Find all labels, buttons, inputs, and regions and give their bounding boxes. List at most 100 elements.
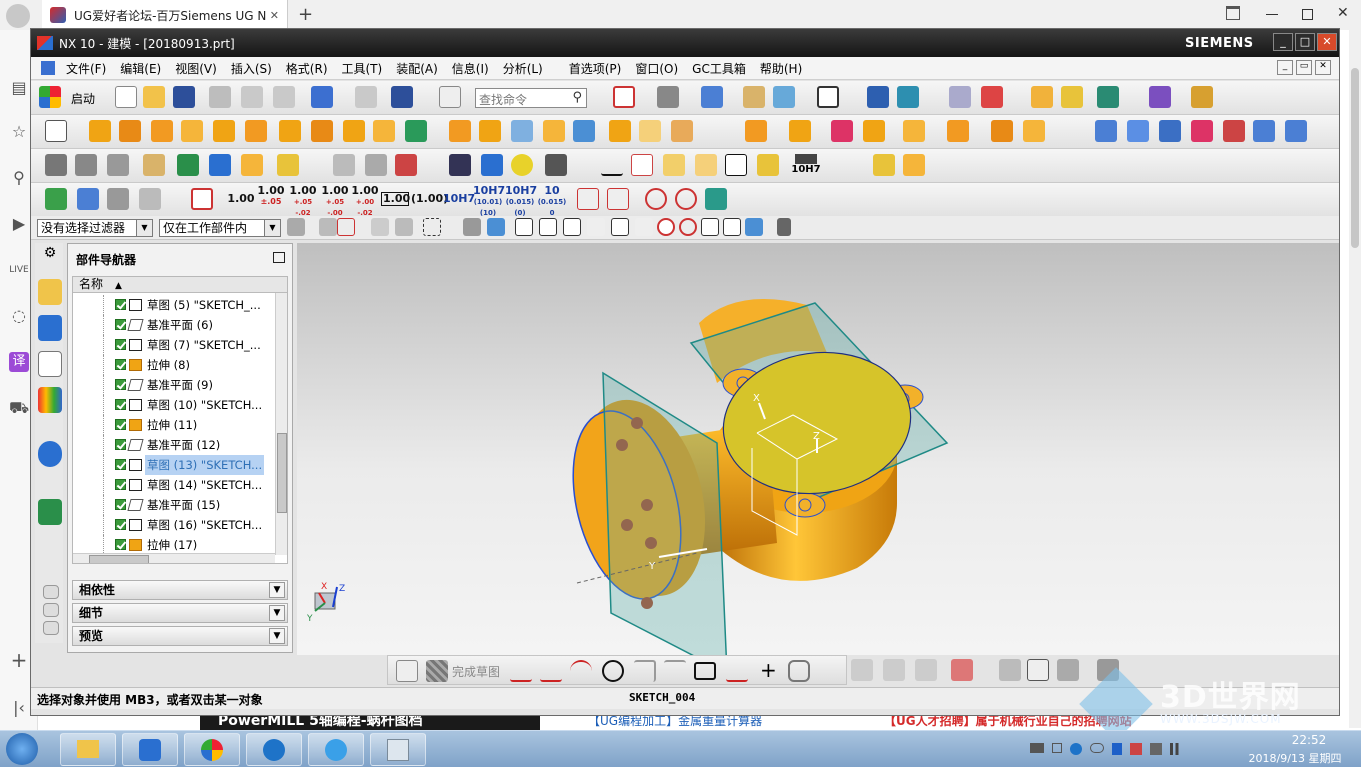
point-icon[interactable]: + (760, 658, 777, 682)
tree-node[interactable]: 草图 (5) "SKETCH_... (73, 295, 273, 315)
history-icon[interactable] (38, 499, 62, 525)
restore-browser-icon[interactable] (1302, 9, 1313, 20)
datum-feature-icon[interactable] (577, 188, 599, 210)
arc-center-icon[interactable] (611, 218, 629, 236)
cone-icon[interactable] (213, 120, 235, 142)
visibility-checkbox[interactable] (115, 499, 126, 510)
return-icon[interactable] (705, 188, 727, 210)
dim-style-nominal[interactable]: 1.00 (227, 193, 255, 204)
line-icon[interactable] (540, 660, 562, 682)
tangent-icon[interactable] (371, 218, 389, 236)
vertical-scrollbar[interactable] (275, 293, 287, 555)
taskbar-wps[interactable] (122, 733, 178, 766)
page-scrollbar[interactable] (1349, 28, 1361, 728)
k-tray-icon[interactable] (1070, 743, 1082, 755)
add-component-icon[interactable] (177, 154, 199, 176)
type-filter-select[interactable]: 没有选择过滤器 ▼ (37, 219, 153, 237)
thicken-icon[interactable] (671, 120, 693, 142)
mirror-face-icon[interactable] (1023, 120, 1045, 142)
sort-ascending-icon[interactable]: ▲ (115, 281, 122, 291)
maximize-button[interactable]: □ (1295, 33, 1315, 51)
menu-information[interactable]: 信息(I) (445, 60, 496, 77)
taskbar-notes[interactable] (370, 733, 426, 766)
extrude-icon[interactable] (89, 120, 111, 142)
taskbar-kodi[interactable] (246, 733, 302, 766)
chamfer-icon[interactable] (664, 660, 686, 682)
bluetooth-icon[interactable] (1112, 743, 1122, 755)
favorites-bar-icon[interactable] (1226, 6, 1240, 20)
edge-blend-icon[interactable] (479, 120, 501, 142)
menu-preferences[interactable]: 首选项(P) (562, 60, 629, 77)
cylinder-wire-icon[interactable] (449, 154, 471, 176)
dim-style-basic[interactable]: 1.00 (381, 192, 410, 206)
offset-face-icon[interactable] (639, 120, 661, 142)
triangle-icon[interactable] (601, 154, 623, 176)
point-on-face-icon[interactable] (745, 218, 763, 236)
tree-node[interactable]: 草图 (7) "SKETCH_... (73, 335, 273, 355)
close-button[interactable]: ✕ (1317, 33, 1337, 51)
chevron-down-icon[interactable]: ▼ (269, 628, 285, 644)
doc-restore-button[interactable]: ▭ (1296, 60, 1312, 75)
copy-icon[interactable] (241, 86, 263, 108)
visibility-checkbox[interactable] (115, 319, 126, 330)
visibility-checkbox[interactable] (115, 339, 126, 350)
diameter-icon[interactable] (645, 188, 667, 210)
tree-node[interactable]: 基准平面 (15) (73, 495, 273, 515)
ruler-icon[interactable] (1191, 86, 1213, 108)
chevron-down-icon[interactable]: ▼ (136, 220, 152, 236)
sketch-task-icon[interactable] (396, 660, 418, 682)
circle-point-icon[interactable] (657, 218, 675, 236)
scroll-end-icon[interactable] (43, 621, 59, 635)
visibility-checkbox[interactable] (115, 479, 126, 490)
unite-icon[interactable] (373, 120, 395, 142)
render-style-icon[interactable] (657, 86, 679, 108)
move-object-icon[interactable] (897, 86, 919, 108)
revolve-icon[interactable] (119, 120, 141, 142)
tree-node[interactable]: 拉伸 (17) (73, 535, 273, 555)
background-icon[interactable] (817, 86, 839, 108)
volume-icon[interactable] (1150, 743, 1162, 755)
mirror-curve-icon[interactable] (951, 659, 973, 681)
dim-style-upper[interactable]: 1.00 +.05 -.00 (321, 185, 349, 218)
dim-style-limits[interactable]: 10 (0.015) 0 (537, 185, 567, 218)
bolt-icon[interactable] (903, 154, 925, 176)
sketch-icon[interactable] (45, 120, 67, 142)
profile-avatar-icon[interactable] (6, 4, 30, 28)
menu-edit[interactable]: 编辑(E) (113, 60, 168, 77)
hierarchy-icon[interactable] (77, 188, 99, 210)
menu-assemblies[interactable]: 装配(A) (389, 60, 445, 77)
select-all-icon[interactable] (319, 218, 337, 236)
information-icon[interactable] (439, 86, 461, 108)
resize-blend-icon[interactable] (947, 120, 969, 142)
add-icon[interactable]: + (9, 650, 29, 670)
visibility-checkbox[interactable] (115, 419, 126, 430)
profile-icon[interactable] (510, 660, 532, 682)
taskbar-nx[interactable] (184, 733, 240, 766)
browser-tab[interactable]: UG爱好者论坛-百万Siemens UG N ✕ (42, 0, 288, 30)
visibility-checkbox[interactable] (115, 359, 126, 370)
dim-style-fit[interactable]: 10H7 (443, 193, 475, 204)
shell-icon[interactable] (543, 120, 565, 142)
network-icon[interactable] (1170, 743, 1184, 755)
rectangle-icon[interactable] (694, 662, 716, 680)
keyboard-icon[interactable] (1030, 743, 1044, 753)
quick-extend-icon[interactable] (883, 659, 905, 681)
move-face-icon[interactable] (745, 120, 767, 142)
security-icon[interactable] (1130, 743, 1142, 755)
weld-icon[interactable] (873, 154, 895, 176)
open-icon[interactable] (143, 86, 165, 108)
list-icon[interactable] (107, 188, 129, 210)
trim-body-icon[interactable] (609, 120, 631, 142)
taskbar-browser[interactable] (308, 733, 364, 766)
start-button[interactable] (6, 733, 38, 765)
tree-node[interactable]: 基准平面 (9) (73, 375, 273, 395)
curve-icon[interactable] (365, 154, 387, 176)
mesh-icon[interactable] (1127, 120, 1149, 142)
close-browser-icon[interactable]: ✕ (1337, 5, 1349, 21)
polygon-icon[interactable] (726, 660, 748, 682)
collapse-sidebar-icon[interactable]: |‹ (9, 698, 29, 718)
redo-icon[interactable] (355, 86, 377, 108)
details-panel[interactable]: 细节 ▼ (72, 603, 288, 623)
axes-icon[interactable] (139, 188, 161, 210)
parts-list-icon[interactable] (695, 154, 717, 176)
